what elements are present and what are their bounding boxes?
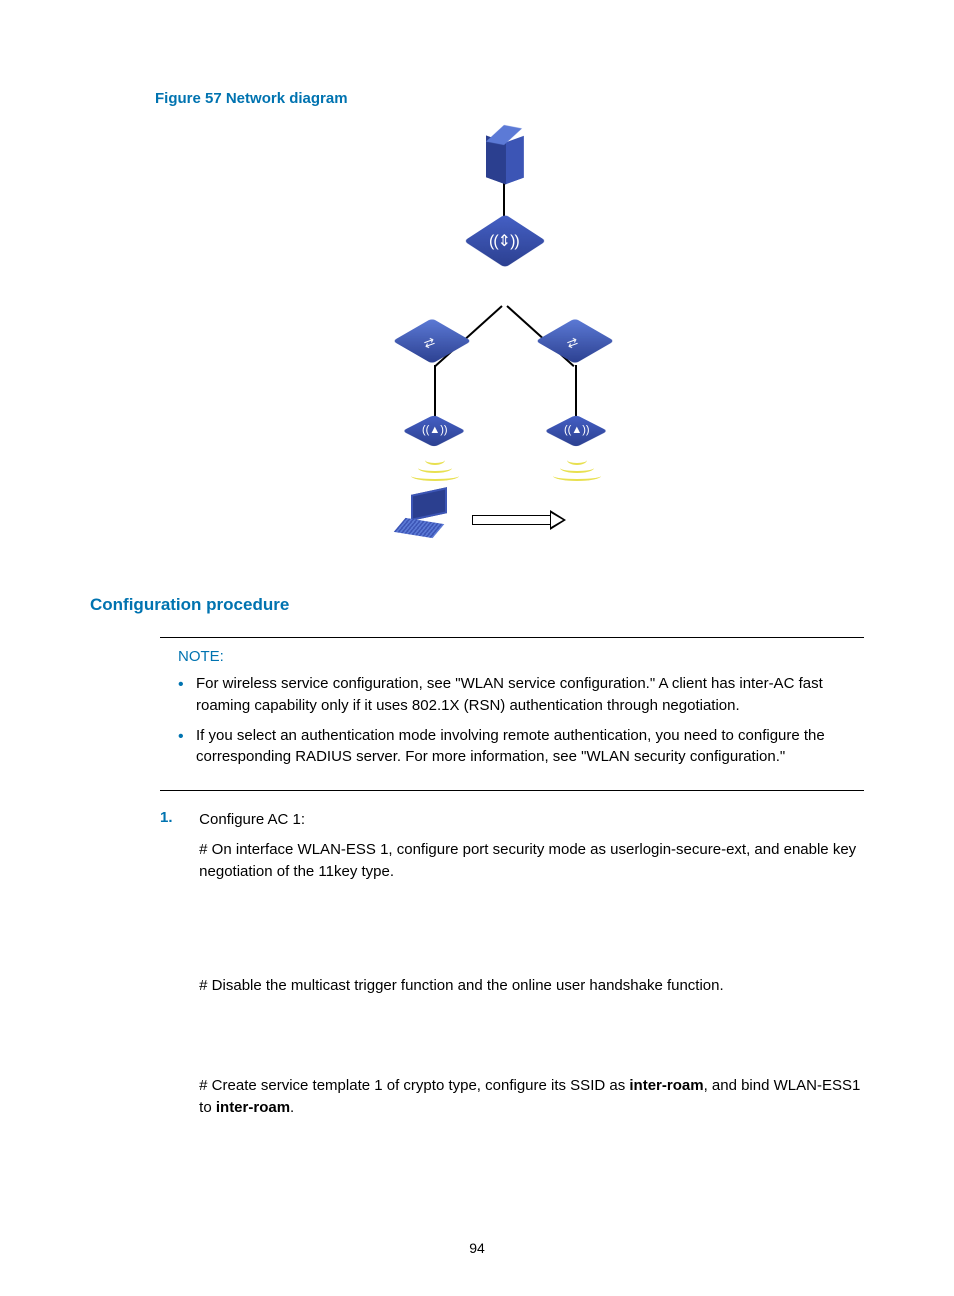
step-paragraph: # Disable the multicast trigger function… xyxy=(199,975,863,997)
note-label: NOTE: xyxy=(178,648,864,665)
figure-title: Figure 57 Network diagram xyxy=(155,90,864,107)
laptop-icon xyxy=(397,495,457,537)
wifi-waves-left-icon xyxy=(410,455,460,485)
note-item: For wireless service configuration, see … xyxy=(178,673,864,717)
section-heading: Configuration procedure xyxy=(90,595,864,615)
network-diagram: ((⇕)) ⇄ ⇄ ((▲)) ((▲)) xyxy=(120,125,894,540)
note-item: If you select an authentication mode inv… xyxy=(178,725,864,769)
step-paragraph: # On interface WLAN-ESS 1, configure por… xyxy=(199,839,863,883)
step-paragraph: # Create service template 1 of crypto ty… xyxy=(199,1075,863,1119)
roam-arrow-icon xyxy=(472,513,567,527)
note-box: NOTE: For wireless service configuration… xyxy=(160,637,864,791)
ap-left-icon: ((▲)) xyxy=(410,418,458,448)
step-1: 1. Configure AC 1: # On interface WLAN-E… xyxy=(160,809,864,1127)
page-number: 94 xyxy=(0,1240,954,1256)
server-icon xyxy=(486,131,522,181)
step-title: Configure AC 1: xyxy=(199,809,863,831)
ac-controller-icon: ((⇕)) xyxy=(477,225,532,280)
ap-right-icon: ((▲)) xyxy=(552,418,600,448)
switch-left-icon: ⇄ xyxy=(402,325,462,365)
step-number: 1. xyxy=(160,809,195,826)
wifi-waves-right-icon xyxy=(552,455,602,485)
switch-right-icon: ⇄ xyxy=(545,325,605,365)
